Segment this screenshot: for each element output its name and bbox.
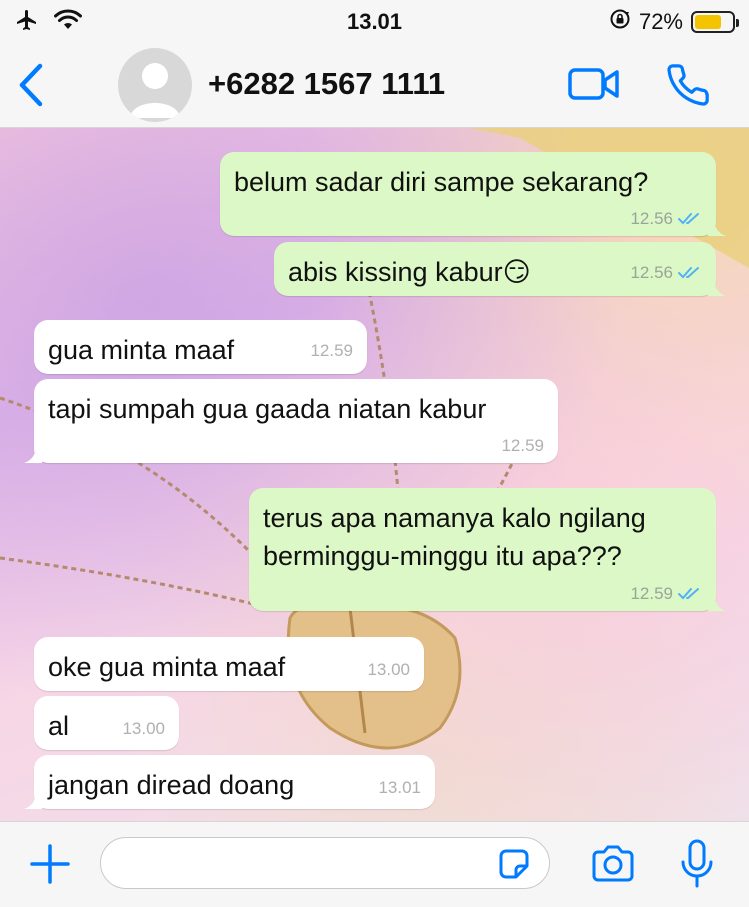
phone-icon [667,64,709,106]
message-text: belum sadar diri sampe sekarang? [234,167,649,197]
bubble-tail [708,218,726,236]
voice-call-button[interactable] [665,62,711,108]
message-bubble-incoming[interactable]: al 13.00 [34,696,179,750]
chat-area[interactable]: belum sadar diri sampe sekarang? 12.56 a… [0,128,749,821]
message-time: 12.56 [630,263,673,282]
message-text: jangan diread doang [48,770,295,800]
message-text: gua minta maaf [48,335,235,365]
back-chevron-icon [19,63,43,107]
battery-percent: 72% [638,8,683,34]
chat-header: +6282 1567 1111 [0,42,749,128]
message-time: 12.59 [630,584,673,603]
message-time: 12.56 [630,209,673,228]
contact-avatar[interactable] [118,48,192,122]
sticker-icon [499,849,529,879]
message-meta: 12.56 [630,264,702,282]
attach-button[interactable] [28,842,72,886]
message-meta: 12.59 [310,342,353,360]
message-bubble-incoming[interactable]: gua minta maaf 12.59 [34,320,367,374]
message-input[interactable] [100,837,550,889]
message-bubble-incoming[interactable]: tapi sumpah gua gaada niatan kabur 12.59 [24,379,558,463]
message-time: 13.00 [122,719,165,738]
bubble-tail [708,593,726,611]
message-meta: 12.59 [501,437,544,455]
message-bubble-incoming[interactable]: jangan diread doang 13.01 [24,755,435,809]
message-bubble-outgoing[interactable]: terus apa namanya kalo ngilang berminggu… [249,488,726,611]
battery-level [695,14,721,29]
contact-name[interactable]: +6282 1567 1111 [208,66,445,102]
message-input-bar [0,821,749,907]
battery-icon [691,10,739,33]
message-meta: 12.59 [630,585,702,603]
rotation-lock-icon [609,8,631,35]
message-meta: 12.56 [630,210,702,228]
status-right: 72% [609,8,739,35]
status-bar: 13.01 72% [0,0,749,42]
message-bubble-outgoing[interactable]: belum sadar diri sampe sekarang? 12.56 [220,152,726,236]
message-text: abis kissing kabur😏 [288,257,531,287]
message-bubble-incoming[interactable]: oke gua minta maaf 13.00 [34,637,424,691]
message-time: 12.59 [310,341,353,360]
sticker-button[interactable] [498,848,530,880]
plus-icon [30,844,70,884]
message-text: al [48,711,70,741]
avatar-icon [130,63,180,118]
message-meta: 13.00 [367,661,410,679]
read-receipt-icon [678,213,699,225]
video-call-icon [568,68,619,100]
camera-button[interactable] [590,844,636,884]
message-bubble-outgoing[interactable]: abis kissing kabur😏 12.56 [274,242,726,296]
bubble-tail [24,445,42,463]
message-meta: 13.01 [378,779,421,797]
message-meta: 13.00 [122,720,165,738]
microphone-button[interactable] [680,838,714,890]
read-receipt-icon [678,267,699,279]
bubble-tail [708,278,726,296]
message-text: oke gua minta maaf [48,652,286,682]
message-time: 12.59 [501,436,544,455]
message-time: 13.01 [378,778,421,797]
camera-icon [592,845,634,882]
message-text: tapi sumpah gua gaada niatan kabur [48,394,487,424]
video-call-button[interactable] [567,64,621,104]
message-time: 13.00 [367,660,410,679]
microphone-icon [681,839,713,888]
message-text: terus apa namanya kalo ngilang berminggu… [263,503,646,571]
bubble-tail [24,791,42,809]
read-receipt-icon [678,588,699,600]
back-button[interactable] [14,62,48,108]
